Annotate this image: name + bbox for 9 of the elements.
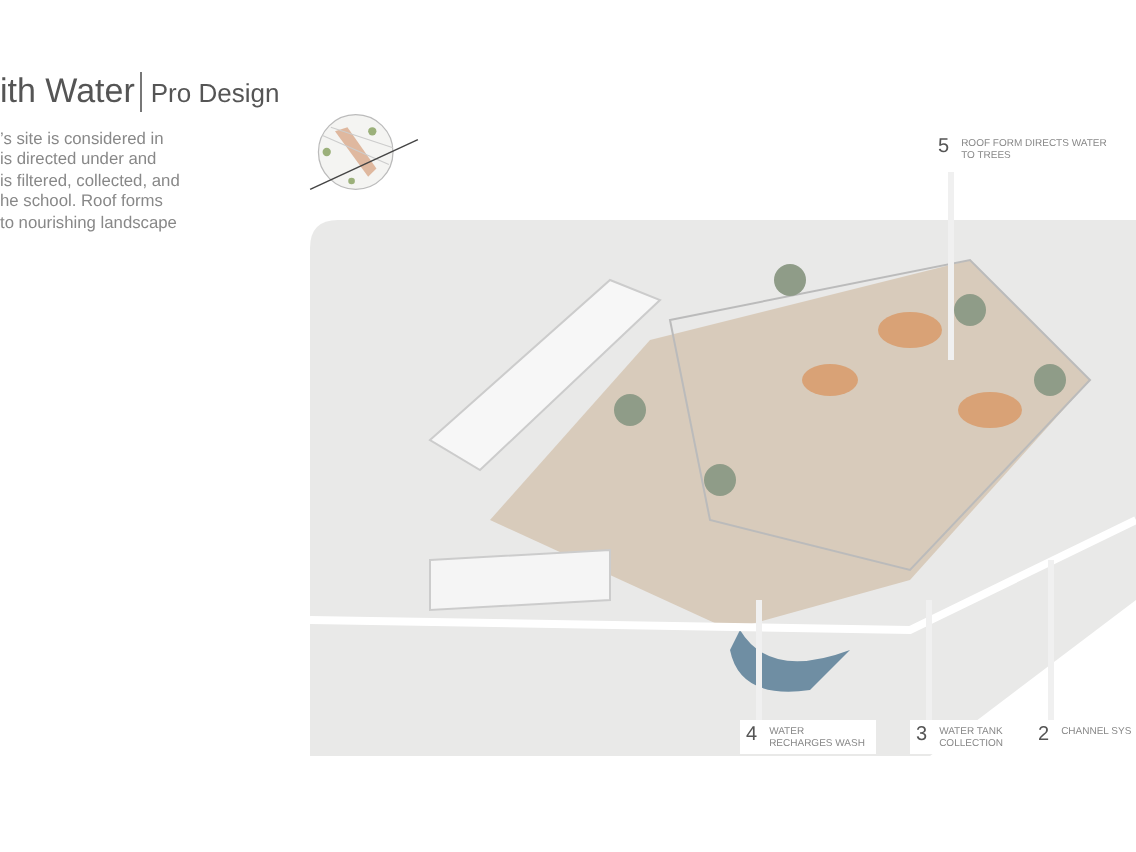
- callout-number: 2: [1038, 724, 1050, 748]
- callout-number: 3: [916, 724, 928, 748]
- site-plan-drawing: [306, 110, 422, 194]
- callout-number: 4: [746, 724, 758, 748]
- leader-line: [756, 600, 762, 720]
- description-paragraph: ’s site is considered in is directed under and is filtered, collected, and he school. Roof forms to nourishing landscape: [0, 128, 182, 233]
- callout-number: 5: [938, 136, 950, 160]
- page-title: ith Water: [0, 72, 143, 112]
- page-subtitle: Pro Design: [150, 78, 280, 108]
